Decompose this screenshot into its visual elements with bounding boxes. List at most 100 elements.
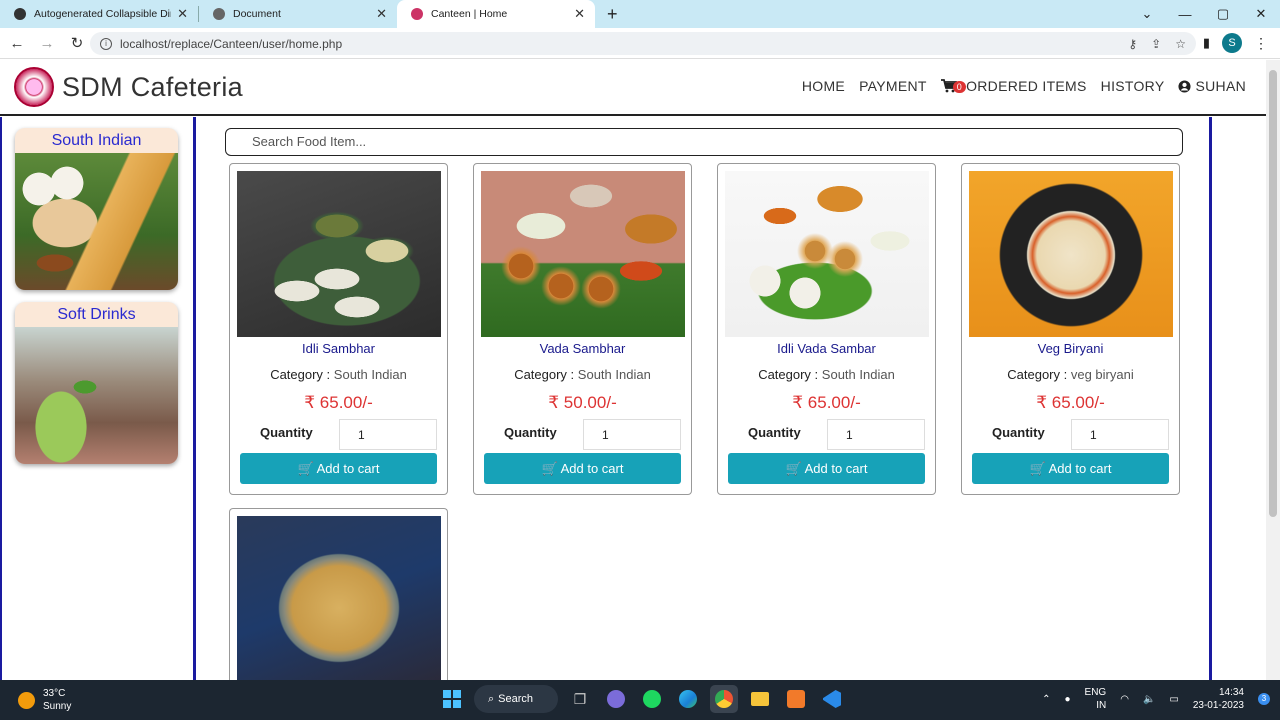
food-card: Idli Sambhar Category : South Indian ₹ 6… (229, 163, 448, 495)
taskbar-search[interactable]: ⌕ Search (474, 685, 558, 713)
url-text: localhost/replace/Canteen/user/home.php (120, 36, 343, 51)
tab-title: Document (233, 8, 281, 20)
item-price: ₹ 65.00/- (304, 393, 373, 412)
cart-plus-icon: 🛒 (1029, 461, 1046, 476)
nav-cart[interactable]: 0 ORDERED ITEMS (940, 78, 1087, 94)
maximize-button[interactable]: ▢ (1204, 6, 1242, 22)
quantity-input[interactable]: 1 (827, 419, 925, 450)
nav-payment[interactable]: PAYMENT (859, 78, 927, 94)
quantity-input[interactable]: 1 (1071, 419, 1169, 450)
add-to-cart-button[interactable]: 🛒 Add to cart (240, 453, 437, 484)
category-title: South Indian (51, 132, 142, 149)
forward-arrow-icon[interactable]: → (34, 35, 60, 52)
quantity-input[interactable]: 1 (339, 419, 437, 450)
close-tab-icon[interactable]: ✕ (376, 6, 387, 22)
minimize-button[interactable]: — (1166, 7, 1204, 22)
language-indicator[interactable]: ENG IN (1085, 686, 1107, 712)
globe-icon (213, 8, 225, 20)
key-icon[interactable]: ⚷ (1128, 37, 1137, 51)
address-bar-row: ← → ↻ i localhost/replace/Canteen/user/h… (0, 28, 1280, 59)
browser-tab-3-active[interactable]: Canteen | Home ✕ (397, 0, 595, 28)
item-price: ₹ 65.00/- (792, 393, 861, 412)
bookmark-star-icon[interactable]: ☆ (1175, 37, 1186, 51)
tab-search-icon[interactable]: ⌄ (1128, 6, 1166, 22)
vscode-icon[interactable] (818, 685, 846, 713)
site-info-icon[interactable]: i (100, 37, 112, 50)
reload-icon[interactable]: ↻ (64, 34, 90, 52)
weather-widget[interactable]: 33°C Sunny (18, 687, 71, 713)
item-category: Category : South Indian (758, 367, 895, 382)
windows-taskbar: 33°C Sunny ⌕ Search ❐ ⌃ ● ENG IN ◠ 🔈 ▭ 14… (0, 680, 1280, 720)
item-name[interactable]: Veg Biryani (962, 341, 1179, 356)
nav-user[interactable]: SUHAN (1178, 78, 1246, 94)
browser-tab-1[interactable]: Autogenerated Collapsible Direct ✕ (0, 0, 198, 28)
page-scrollbar[interactable] (1266, 60, 1280, 680)
veg-biryani-image (969, 171, 1173, 337)
browser-menu-icon[interactable]: ⋮ (1254, 35, 1268, 52)
category-title: Soft Drinks (57, 306, 136, 323)
teams-chat-icon[interactable] (602, 685, 630, 713)
nav-ordered-items[interactable]: ORDERED ITEMS (966, 78, 1087, 94)
category-sidebar: South Indian Soft Drinks (0, 117, 196, 680)
spotify-icon[interactable] (638, 685, 666, 713)
category-card-south-indian[interactable]: South Indian (15, 128, 178, 290)
add-to-cart-button[interactable]: 🛒 Add to cart (728, 453, 925, 484)
search-input[interactable]: Search Food Item... (225, 128, 1183, 156)
windows-start-icon[interactable] (438, 685, 466, 713)
brand-title[interactable]: SDM Cafeteria (62, 72, 243, 103)
clock[interactable]: 14:34 23-01-2023 (1193, 686, 1244, 712)
cart-plus-icon: 🛒 (541, 461, 558, 476)
college-logo (14, 67, 54, 107)
chrome-icon[interactable] (710, 685, 738, 713)
meet-now-icon[interactable]: ● (1064, 694, 1070, 705)
file-explorer-icon[interactable] (746, 685, 774, 713)
back-arrow-icon[interactable]: ← (4, 35, 30, 52)
quantity-label: Quantity (260, 425, 313, 440)
quantity-input[interactable]: 1 (583, 419, 681, 450)
close-tab-icon[interactable]: ✕ (177, 6, 188, 22)
cart-plus-icon: 🛒 (785, 461, 802, 476)
volume-muted-icon[interactable]: 🔈 (1143, 694, 1155, 705)
vada-sambhar-image (481, 171, 685, 337)
site-header: SDM Cafeteria HOME PAYMENT 0 ORDERED ITE… (0, 60, 1266, 116)
new-tab-icon[interactable]: + (607, 4, 618, 25)
edge-icon[interactable] (674, 685, 702, 713)
category-card-soft-drinks[interactable]: Soft Drinks (15, 302, 178, 464)
content-border-right (1209, 117, 1212, 680)
sun-icon (18, 691, 35, 709)
quantity-label: Quantity (748, 425, 801, 440)
food-card: Vada Sambhar Category : South Indian ₹ 5… (473, 163, 692, 495)
add-to-cart-button[interactable]: 🛒 Add to cart (972, 453, 1169, 484)
food-card (229, 508, 448, 681)
scrollbar-thumb[interactable] (1269, 70, 1277, 517)
add-to-cart-button[interactable]: 🛒 Add to cart (484, 453, 681, 484)
taskbar-apps: ⌕ Search ❐ (438, 685, 846, 713)
close-tab-icon[interactable]: ✕ (574, 6, 585, 22)
nav-home[interactable]: HOME (802, 78, 845, 94)
task-view-icon[interactable]: ❐ (566, 685, 594, 713)
idli-sambhar-image (237, 171, 441, 337)
profile-avatar[interactable]: S (1222, 33, 1242, 53)
item-name[interactable]: Idli Sambhar (230, 341, 447, 356)
item-category: Category : South Indian (514, 367, 651, 382)
close-window-button[interactable]: ✕ (1242, 6, 1280, 22)
share-icon[interactable]: ⇪ (1151, 37, 1161, 51)
food-card: Veg Biryani Category : veg biryani ₹ 65.… (961, 163, 1180, 495)
chevron-up-icon[interactable]: ⌃ (1042, 694, 1050, 705)
wifi-icon[interactable]: ◠ (1120, 694, 1129, 705)
biryani-image (237, 516, 441, 681)
codepen-favicon-icon (14, 8, 26, 20)
item-name[interactable]: Idli Vada Sambar (718, 341, 935, 356)
url-field[interactable]: i localhost/replace/Canteen/user/home.ph… (90, 32, 1196, 55)
user-name: SUHAN (1195, 78, 1246, 94)
xampp-icon[interactable] (782, 685, 810, 713)
user-circle-icon (1178, 79, 1192, 93)
notification-badge[interactable]: 3 (1258, 693, 1270, 705)
browser-tab-2[interactable]: Document ✕ (199, 0, 397, 28)
battery-icon[interactable]: ▭ (1169, 694, 1178, 705)
weather-temp: 33°C (43, 688, 66, 699)
main-nav: HOME PAYMENT 0 ORDERED ITEMS HISTORY SUH… (802, 78, 1246, 94)
item-name[interactable]: Vada Sambhar (474, 341, 691, 356)
side-panel-icon[interactable]: ▮ (1203, 35, 1210, 51)
nav-history[interactable]: HISTORY (1101, 78, 1165, 94)
